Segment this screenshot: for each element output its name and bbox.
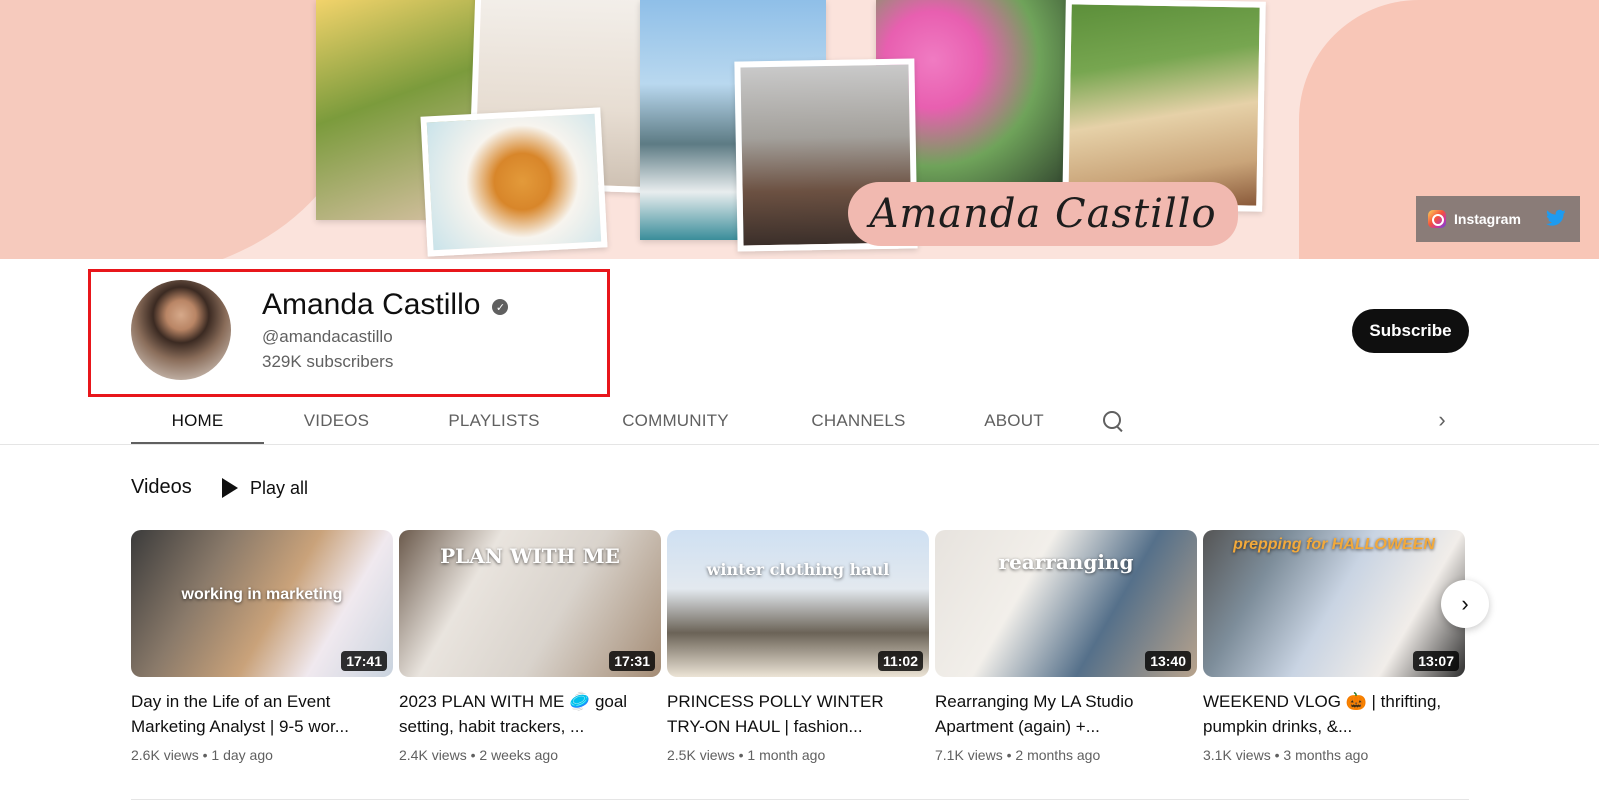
video-duration: 17:41	[341, 651, 387, 671]
banner-social-links[interactable]: Instagram	[1416, 196, 1580, 242]
video-views: 2.5K views	[667, 747, 735, 763]
tab-community[interactable]: COMMUNITY	[579, 397, 772, 445]
video-meta: 2.4K views • 2 weeks ago	[399, 747, 558, 763]
tab-videos[interactable]: VIDEOS	[264, 397, 409, 445]
video-title[interactable]: 2023 PLAN WITH ME 🥏 goal setting, habit …	[399, 689, 649, 739]
thumbnail-overlay-text: prepping for HALLOWEEN	[1233, 536, 1435, 553]
video-duration: 13:40	[1145, 651, 1191, 671]
instagram-link[interactable]: Instagram	[1454, 211, 1521, 227]
video-shelf: working in marketing 17:41 Day in the Li…	[131, 530, 1471, 780]
thumbnail-overlay-text: working in marketing	[181, 586, 343, 603]
tab-about[interactable]: ABOUT	[945, 397, 1083, 445]
banner-signature-text: Amanda Castillo	[869, 191, 1217, 237]
video-age: 3 months ago	[1283, 747, 1369, 763]
shelf-next-button[interactable]: ›	[1441, 580, 1489, 628]
video-age: 2 months ago	[1015, 747, 1101, 763]
channel-tabs: HOME VIDEOS PLAYLISTS COMMUNITY CHANNELS…	[131, 397, 1143, 445]
video-card[interactable]: prepping for HALLOWEEN 13:07 WEEKEND VLO…	[1203, 530, 1465, 763]
channel-handle: @amandacastillo	[262, 327, 393, 346]
video-views: 7.1K views	[935, 747, 1003, 763]
video-views: 2.6K views	[131, 747, 199, 763]
video-thumbnail[interactable]: working in marketing 17:41	[131, 530, 393, 677]
section-divider	[131, 799, 1469, 800]
video-age: 2 weeks ago	[479, 747, 558, 763]
shelf-title[interactable]: Videos	[131, 476, 192, 499]
video-card[interactable]: working in marketing 17:41 Day in the Li…	[131, 530, 393, 763]
tabs-divider	[0, 444, 1599, 445]
channel-banner: Amanda Castillo Instagram	[0, 0, 1599, 259]
play-all-label: Play all	[250, 477, 309, 498]
video-meta: 2.6K views • 1 day ago	[131, 747, 273, 763]
video-age: 1 day ago	[211, 747, 273, 763]
banner-shape-left	[0, 0, 360, 259]
video-age: 1 month ago	[747, 747, 826, 763]
video-thumbnail[interactable]: PLAN WITH ME 17:31	[399, 530, 661, 677]
banner-signature: Amanda Castillo	[848, 182, 1238, 246]
subscribe-button[interactable]: Subscribe	[1352, 309, 1469, 353]
video-title[interactable]: WEEKEND VLOG 🎃 | thrifting, pumpkin drin…	[1203, 689, 1453, 739]
video-card[interactable]: winter clothing haul 11:02 PRINCESS POLL…	[667, 530, 929, 763]
video-meta: 2.5K views • 1 month ago	[667, 747, 826, 763]
video-duration: 13:07	[1413, 651, 1459, 671]
video-duration: 11:02	[877, 651, 923, 671]
channel-name-row: Amanda Castillo ✓	[262, 288, 509, 322]
thumbnail-overlay-text: rearranging	[998, 550, 1134, 574]
video-title[interactable]: Day in the Life of an Event Marketing An…	[131, 689, 381, 739]
verified-check-icon: ✓	[492, 299, 509, 315]
tab-home[interactable]: HOME	[131, 397, 264, 445]
channel-name: Amanda Castillo	[262, 288, 481, 321]
video-card[interactable]: rearranging 13:40 Rearranging My LA Stud…	[935, 530, 1197, 763]
tab-playlists[interactable]: PLAYLISTS	[409, 397, 579, 445]
thumbnail-overlay-text: winter clothing haul	[706, 560, 890, 579]
tab-search[interactable]	[1083, 397, 1143, 445]
play-all-button[interactable]: Play all	[216, 470, 314, 506]
video-thumbnail[interactable]: winter clothing haul 11:02	[667, 530, 929, 677]
video-meta: 7.1K views • 2 months ago	[935, 747, 1101, 763]
video-views: 3.1K views	[1203, 747, 1271, 763]
chevron-right-icon[interactable]: ›	[1422, 400, 1462, 440]
chevron-right-icon: ›	[1461, 591, 1469, 616]
play-icon	[222, 478, 238, 498]
twitter-icon[interactable]	[1546, 209, 1566, 230]
video-title[interactable]: Rearranging My LA Studio Apartment (agai…	[935, 689, 1185, 739]
search-icon[interactable]	[1102, 410, 1124, 432]
video-title[interactable]: PRINCESS POLLY WINTER TRY-ON HAUL | fash…	[667, 689, 917, 739]
subscriber-count: 329K subscribers	[262, 352, 394, 371]
video-duration: 17:31	[609, 651, 655, 671]
channel-avatar[interactable]	[131, 280, 231, 380]
video-card[interactable]: PLAN WITH ME 17:31 2023 PLAN WITH ME 🥏 g…	[399, 530, 661, 763]
thumbnail-overlay-text: PLAN WITH ME	[440, 544, 620, 568]
banner-photo-food	[420, 107, 608, 257]
banner-photo-tamales	[1062, 0, 1266, 212]
tab-channels[interactable]: CHANNELS	[772, 397, 945, 445]
video-meta: 3.1K views • 3 months ago	[1203, 747, 1369, 763]
instagram-icon[interactable]	[1428, 210, 1446, 228]
video-thumbnail[interactable]: rearranging 13:40	[935, 530, 1197, 677]
video-views: 2.4K views	[399, 747, 467, 763]
video-thumbnail[interactable]: prepping for HALLOWEEN 13:07	[1203, 530, 1465, 677]
